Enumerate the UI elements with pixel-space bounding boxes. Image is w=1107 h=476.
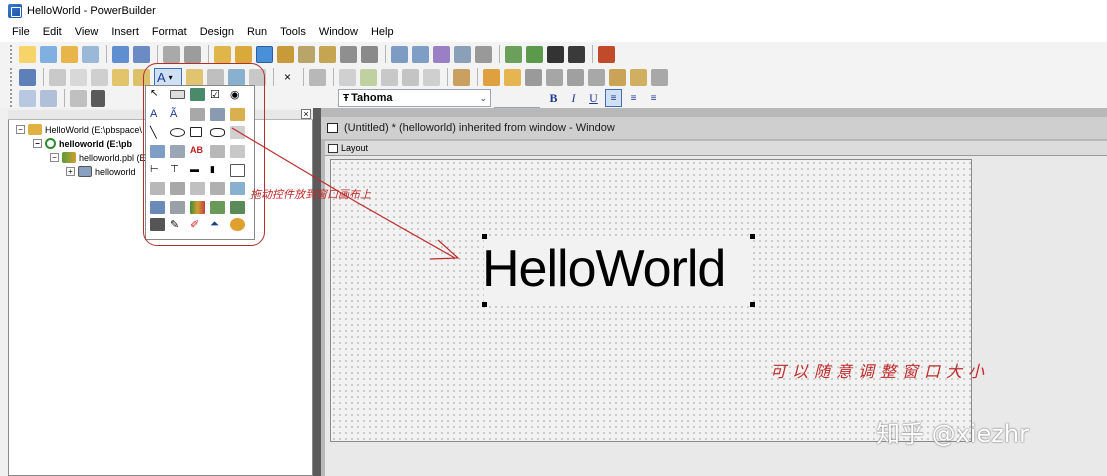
annotation-drag-note: 拖动控件放到窗口画布上 bbox=[250, 188, 371, 201]
annotation-arrows bbox=[231, 127, 460, 260]
watermark: 知乎 @xiezhr bbox=[876, 420, 1029, 448]
annotation-arrow-head bbox=[429, 239, 460, 260]
annotation-resize-note: 可以随意调整窗口大小 bbox=[770, 362, 991, 381]
